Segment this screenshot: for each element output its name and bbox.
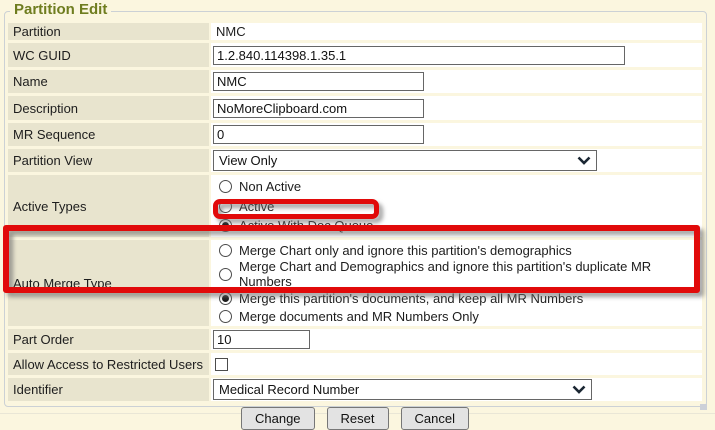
identifier-select[interactable]: Medical Record Number	[213, 379, 592, 400]
identifier-value-cell: Medical Record Number	[211, 378, 702, 401]
partition-view-selected-option: View Only	[219, 153, 277, 168]
auto-merge-type-label: Auto Merge Type	[8, 240, 209, 326]
radio-icon[interactable]	[219, 244, 232, 257]
row-part-order: Part Order	[8, 329, 702, 350]
radio-option-active[interactable]: Active	[219, 197, 274, 215]
cancel-button[interactable]: Cancel	[401, 407, 469, 430]
auto-merge-type-value-cell: Merge Chart only and ignore this partiti…	[211, 240, 702, 326]
row-partition-view: Partition View View Only	[8, 149, 702, 172]
radio-option-label: Non Active	[239, 179, 301, 194]
radio-icon[interactable]	[219, 219, 232, 232]
chevron-down-icon	[577, 156, 591, 165]
identifier-label: Identifier	[8, 378, 209, 401]
partition-view-value-cell: View Only	[211, 149, 702, 172]
partition-value-cell: NMC	[211, 23, 702, 40]
wc-guid-label: WC GUID	[8, 43, 209, 67]
radio-icon[interactable]	[219, 292, 232, 305]
description-input[interactable]	[213, 99, 424, 118]
form-actions: Change Reset Cancel	[8, 404, 702, 430]
identifier-selected-option: Medical Record Number	[219, 382, 359, 397]
row-active-types: Active Types Non Active Active Active Wi…	[8, 175, 702, 237]
row-allow-access: Allow Access to Restricted Users	[8, 353, 702, 375]
radio-option-merge-partition-documents[interactable]: Merge this partition's documents, and ke…	[219, 289, 583, 307]
partition-label: Partition	[8, 23, 209, 40]
active-types-label: Active Types	[8, 175, 209, 237]
mr-sequence-input[interactable]	[213, 125, 424, 144]
radio-icon[interactable]	[219, 180, 232, 193]
description-label: Description	[8, 96, 209, 120]
part-order-input[interactable]	[213, 330, 310, 349]
page-title: Partition Edit	[10, 1, 111, 18]
mr-sequence-value-cell	[211, 123, 702, 146]
wc-guid-value-cell	[211, 43, 702, 67]
radio-option-label: Merge Chart and Demographics and ignore …	[239, 259, 700, 289]
radio-icon[interactable]	[219, 200, 232, 213]
change-button[interactable]: Change	[241, 407, 315, 430]
radio-option-merge-documents-and-mr-numbers[interactable]: Merge documents and MR Numbers Only	[219, 307, 479, 325]
radio-option-merge-chart-and-demographics[interactable]: Merge Chart and Demographics and ignore …	[219, 259, 700, 289]
chevron-down-icon	[572, 385, 586, 394]
description-value-cell	[211, 96, 702, 120]
radio-icon[interactable]	[219, 310, 232, 323]
radio-icon[interactable]	[219, 268, 232, 281]
reset-button[interactable]: Reset	[327, 407, 389, 430]
name-input[interactable]	[213, 72, 424, 91]
mr-sequence-label: MR Sequence	[8, 123, 209, 146]
radio-option-label: Merge documents and MR Numbers Only	[239, 309, 479, 324]
row-name: Name	[8, 70, 702, 93]
allow-access-checkbox[interactable]	[215, 358, 228, 371]
name-label: Name	[8, 70, 209, 93]
radio-option-non-active[interactable]: Non Active	[219, 178, 301, 196]
radio-option-active-with-doc-queue[interactable]: Active With Doc Queue	[219, 217, 373, 235]
row-auto-merge-type: Auto Merge Type Merge Chart only and ign…	[8, 240, 702, 326]
wc-guid-input[interactable]	[213, 46, 625, 65]
partition-view-select[interactable]: View Only	[213, 150, 597, 171]
partition-value: NMC	[213, 24, 246, 39]
allow-access-value-cell	[211, 353, 702, 375]
part-order-value-cell	[211, 329, 702, 350]
active-types-value-cell: Non Active Active Active With Doc Queue	[211, 175, 702, 237]
part-order-label: Part Order	[8, 329, 209, 350]
partition-edit-form: Partition NMC WC GUID Name Description M…	[8, 23, 702, 430]
allow-access-label: Allow Access to Restricted Users	[8, 353, 209, 375]
radio-option-label: Merge this partition's documents, and ke…	[239, 291, 583, 306]
radio-option-merge-chart-only[interactable]: Merge Chart only and ignore this partiti…	[219, 241, 572, 259]
partition-view-label: Partition View	[8, 149, 209, 172]
row-wc-guid: WC GUID	[8, 43, 702, 67]
radio-option-label: Active	[239, 199, 274, 214]
row-partition: Partition NMC	[8, 23, 702, 40]
radio-option-label: Merge Chart only and ignore this partiti…	[239, 243, 572, 258]
row-mr-sequence: MR Sequence	[8, 123, 702, 146]
row-description: Description	[8, 96, 702, 120]
radio-option-label: Active With Doc Queue	[239, 218, 373, 233]
name-value-cell	[211, 70, 702, 93]
row-identifier: Identifier Medical Record Number	[8, 378, 702, 401]
